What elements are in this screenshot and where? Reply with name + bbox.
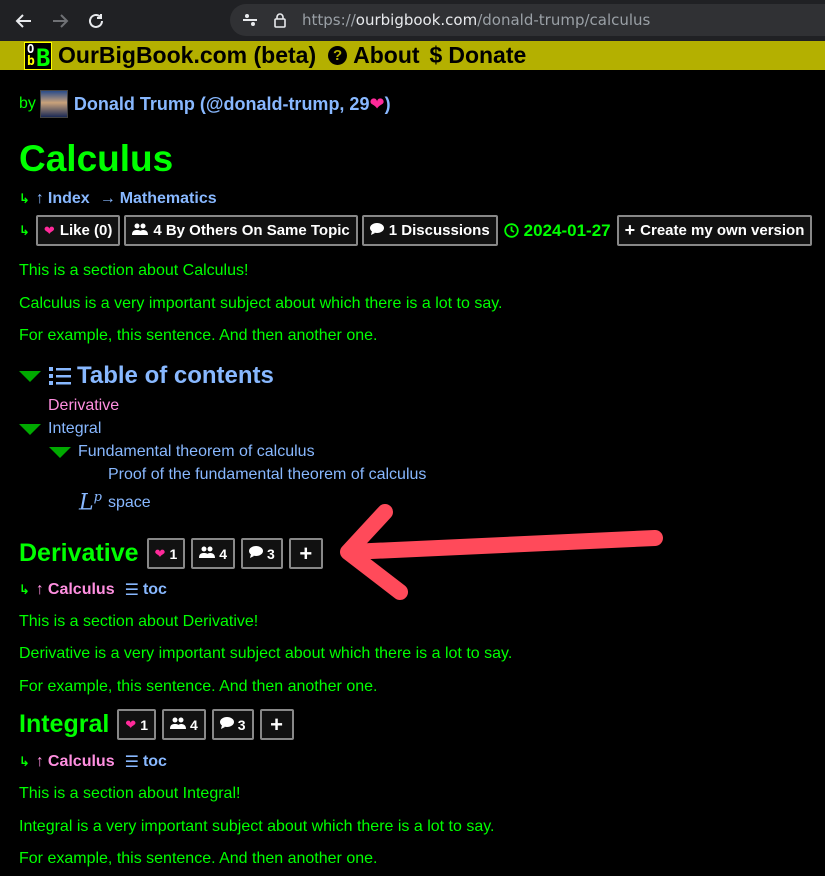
users-icon [170, 717, 186, 732]
up-arrow-icon: ↑ [35, 190, 44, 207]
add-button[interactable]: + [288, 538, 323, 569]
like-button[interactable]: ❤ Like (0) [35, 215, 121, 246]
donate-label: Donate [448, 42, 527, 68]
toc-title-link[interactable]: Table of contents [49, 362, 274, 390]
dollar-icon: $ [429, 42, 443, 68]
return-arrow-icon: ↳ [19, 191, 30, 206]
section-paragraph: For example, this sentence. And then ano… [19, 678, 378, 695]
section-title: Derivative [19, 539, 139, 567]
author-link[interactable]: Donald Trump (@donald-trump, 29❤) [74, 94, 391, 115]
intro-paragraph: This is a section about Calculus! [19, 262, 249, 279]
reload-icon[interactable] [78, 3, 114, 39]
discussions-button[interactable]: 3 [211, 709, 254, 740]
forward-arrow-icon[interactable] [42, 3, 78, 39]
breadcrumb: ↳ ↑ Calculus ☰ toc [19, 752, 167, 772]
comment-icon [219, 717, 234, 732]
date-stamp: 2024-01-27 [503, 221, 611, 241]
toc-header: Table of contents [19, 362, 274, 390]
parent-calculus-link[interactable]: Calculus [48, 753, 115, 771]
up-arrow-icon: ↑ [35, 753, 44, 770]
annotation-arrow-icon [340, 504, 663, 600]
heart-icon: ❤ [369, 93, 385, 114]
lock-icon [270, 12, 290, 28]
heart-icon: ❤ [125, 716, 137, 732]
discussions-button[interactable]: 3 [241, 538, 283, 569]
browser-toolbar: https://ourbigbook.com/donald-trump/calc… [0, 0, 825, 41]
clock-icon [503, 223, 519, 238]
site-navbar: O b B OurBigBook.com (beta) ? About $ Do… [0, 41, 825, 70]
page-title: Calculus [19, 138, 174, 179]
toc-link[interactable]: toc [143, 581, 167, 599]
ourbigbook-logo[interactable]: O b B [24, 41, 52, 70]
users-icon [132, 223, 149, 238]
collapse-triangle-icon[interactable] [19, 370, 41, 382]
toc-link[interactable]: toc [143, 753, 167, 771]
like-button[interactable]: ❤ 1 [117, 709, 156, 740]
url-text[interactable]: https://ourbigbook.com/donald-trump/calc… [302, 11, 650, 29]
others-same-topic-button[interactable]: 4 [162, 709, 206, 740]
article-toolbar: ↳ ❤ Like (0) 4 By Others On Same Topic 1… [19, 215, 816, 246]
up-arrow-icon: ↑ [35, 581, 44, 598]
comment-icon [369, 223, 384, 238]
byline: by Donald Trump (@donald-trump, 29❤) [19, 90, 391, 118]
like-button[interactable]: ❤ 1 [146, 538, 186, 569]
create-own-version-button[interactable]: + Create my own version [616, 215, 813, 246]
section-paragraph: This is a section about Derivative! [19, 613, 259, 630]
about-link[interactable]: ? About [328, 42, 420, 69]
intro-paragraph: Calculus is a very important subject abo… [19, 295, 503, 312]
breadcrumb: ↳ ↑ Index → Mathematics [19, 190, 217, 208]
list-icon: ☰ [124, 582, 139, 599]
section-paragraph: Derivative is a very important subject a… [19, 645, 513, 662]
parent-calculus-link[interactable]: Calculus [48, 581, 115, 599]
toc-item-derivative[interactable]: Derivative [48, 397, 119, 415]
section-title: Integral [19, 710, 110, 738]
index-link[interactable]: Index [48, 190, 90, 208]
comment-icon [249, 546, 264, 561]
return-arrow-icon: ↳ [19, 582, 30, 597]
return-arrow-icon: ↳ [19, 754, 30, 769]
others-same-topic-button[interactable]: 4 [191, 538, 236, 569]
section-derivative-header: Derivative ❤ 1 4 3 + [19, 538, 329, 569]
collapse-triangle-icon[interactable] [19, 423, 41, 435]
users-icon [199, 546, 216, 561]
avatar[interactable] [39, 90, 68, 118]
byline-prefix: by [19, 95, 36, 112]
toc-item-integral[interactable]: Integral [19, 420, 101, 438]
toc-item-lp-space[interactable]: Lp space [79, 490, 151, 515]
address-bar[interactable]: https://ourbigbook.com/donald-trump/calc… [230, 4, 825, 36]
heart-icon: ❤ [154, 545, 166, 561]
toc-item-fundamental-theorem[interactable]: Fundamental theorem of calculus [49, 443, 315, 461]
site-info-icon[interactable] [240, 12, 260, 28]
collapse-triangle-icon[interactable] [49, 446, 71, 458]
brand-link[interactable]: OurBigBook.com (beta) [58, 42, 316, 69]
toc-item-proof[interactable]: Proof of the fundamental theorem of calc… [108, 466, 426, 484]
heart-icon: ❤ [43, 222, 55, 238]
section-integral-header: Integral ❤ 1 4 3 + [19, 709, 300, 740]
others-same-topic-button[interactable]: 4 By Others On Same Topic [124, 215, 358, 246]
about-label: About [353, 42, 420, 68]
list-icon: ☰ [124, 754, 139, 771]
section-paragraph: Integral is a very important subject abo… [19, 818, 495, 835]
return-arrow-icon: ↳ [19, 222, 30, 238]
mathematics-link[interactable]: Mathematics [120, 190, 217, 208]
back-arrow-icon[interactable] [6, 3, 42, 39]
list-icon [49, 366, 71, 386]
breadcrumb: ↳ ↑ Calculus ☰ toc [19, 580, 167, 600]
plus-icon: + [624, 220, 636, 240]
question-icon: ? [328, 46, 348, 65]
lp-math-symbol: Lp [79, 490, 102, 516]
right-arrow-icon: → [99, 190, 116, 207]
section-paragraph: For example, this sentence. And then ano… [19, 850, 378, 867]
donate-link[interactable]: $ Donate [430, 42, 527, 69]
section-paragraph: This is a section about Integral! [19, 785, 241, 802]
intro-paragraph: For example, this sentence. And then ano… [19, 327, 378, 344]
discussions-button[interactable]: 1 Discussions [361, 215, 498, 246]
add-button[interactable]: + [259, 709, 294, 740]
